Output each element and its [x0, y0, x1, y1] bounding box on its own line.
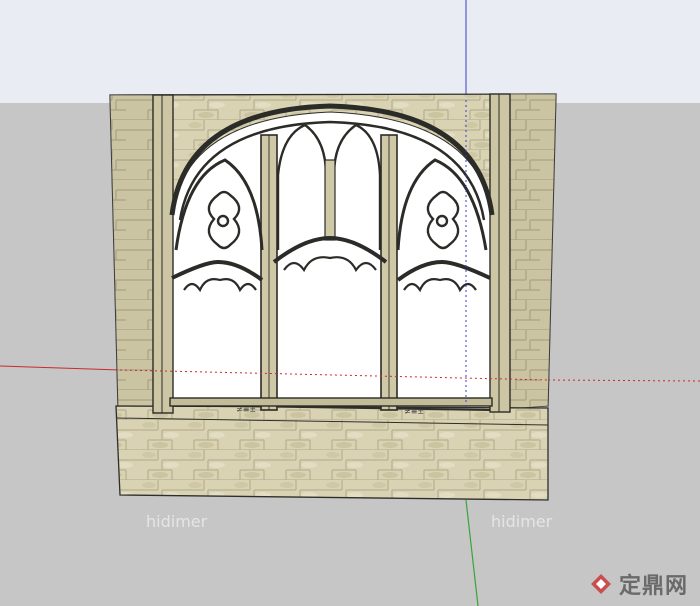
site-logo: 定鼎网: [589, 568, 688, 600]
left-jamb: [109, 94, 159, 413]
sill-mark-right: ≠≡±: [404, 407, 424, 416]
pilaster-right: [489, 93, 511, 413]
diamond-logo-icon: [589, 572, 613, 596]
sill-mark-left: ≠≡±: [236, 405, 256, 414]
pilaster-left: [152, 94, 174, 414]
watermark-left: hidimer: [146, 512, 208, 531]
sketchup-viewport[interactable]: ≠≡± ≠≡± hidimer hidimer 定鼎网: [0, 0, 700, 606]
center-mullion: [324, 159, 336, 241]
model-canvas[interactable]: ≠≡± ≠≡± hidimer hidimer: [0, 0, 700, 606]
watermark-right: hidimer: [491, 512, 553, 531]
sill-bar: [169, 397, 493, 407]
sky-background: [0, 0, 700, 103]
sill-base: [115, 405, 549, 501]
logo-text: 定鼎网: [618, 574, 688, 599]
